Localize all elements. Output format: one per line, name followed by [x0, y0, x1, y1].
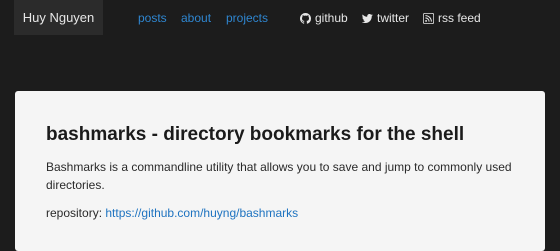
repository-label: repository: — [46, 206, 103, 220]
top-navbar: Huy Nguyen posts about projects github t… — [0, 0, 560, 40]
github-link[interactable]: github — [300, 11, 348, 25]
twitter-icon — [361, 13, 373, 24]
repository-line: repository: https://github.com/huyng/bas… — [46, 206, 298, 220]
brand-link[interactable]: Huy Nguyen — [14, 0, 103, 35]
rss-feed-label: rss feed — [438, 11, 481, 25]
nav-projects-link[interactable]: projects — [226, 11, 268, 25]
nav-about-link[interactable]: about — [181, 11, 211, 25]
repository-link[interactable]: https://github.com/huyng/bashmarks — [105, 206, 298, 220]
github-label: github — [315, 11, 348, 25]
twitter-label: twitter — [377, 11, 410, 25]
post-title: bashmarks - directory bookmarks for the … — [46, 124, 465, 145]
rss-icon — [422, 12, 435, 24]
rss-feed-link[interactable]: rss feed — [422, 11, 481, 25]
post-card: bashmarks - directory bookmarks for the … — [15, 91, 545, 251]
post-description: Bashmarks is a commandline utility that … — [46, 160, 512, 192]
twitter-link[interactable]: twitter — [361, 11, 410, 25]
github-icon — [300, 12, 311, 24]
nav-posts-link[interactable]: posts — [138, 11, 167, 25]
